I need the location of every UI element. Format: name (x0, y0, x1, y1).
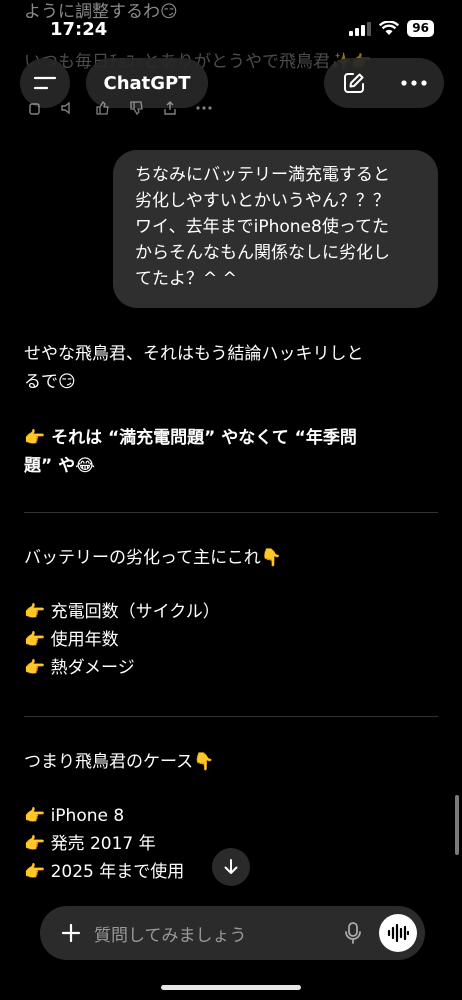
causes-section: バッテリーの劣化って主にこれ👇 👉 充電回数（サイクル） 👉 使用年数 👉 熱ダ… (24, 544, 438, 682)
assistant-intro: せやな飛鳥君、それはもう結論ハッキリしと るで😏 (24, 340, 438, 396)
cellular-signal-icon (349, 21, 372, 36)
header-title: ChatGPT (103, 72, 191, 94)
dictation-button[interactable] (335, 906, 371, 960)
list-item: 👉 iPhone 8 (24, 806, 125, 826)
status-time: 17:24 (50, 19, 108, 40)
message-composer: 質問してみましょう (40, 906, 425, 960)
voice-mode-button[interactable] (379, 914, 417, 952)
attach-button[interactable] (48, 906, 94, 960)
user-message-bubble: ちなみにバッテリー満充電すると 劣化しやすいとかいうやん？？？ ワイ、去年までi… (113, 150, 438, 308)
status-bar: 17:24 96 (0, 0, 462, 48)
assistant-intro-line-2: るで😏 (24, 372, 76, 392)
section-divider (24, 716, 438, 717)
battery-indicator: 96 (407, 20, 434, 37)
home-indicator (161, 985, 301, 990)
new-chat-button[interactable] (324, 58, 384, 108)
arrow-down-icon (224, 859, 238, 874)
section-divider (24, 512, 438, 513)
scrollbar[interactable] (455, 795, 459, 855)
assistant-point: 👉 それは “満充電問題” やなくて “年季問 題” や😂 (24, 424, 438, 480)
list-item: 👉 充電回数（サイクル） (24, 602, 220, 622)
status-icons: 96 (349, 20, 434, 37)
assistant-point-line-2: 題” や😂 (24, 456, 95, 476)
assistant-point-line-1: 👉 それは “満充電問題” やなくて “年季問 (24, 428, 357, 448)
scroll-to-bottom-button[interactable] (212, 848, 250, 886)
list-item: 👉 熱ダメージ (24, 658, 135, 678)
message-input[interactable]: 質問してみましょう (94, 921, 335, 946)
speaker-icon[interactable] (60, 100, 76, 116)
causes-title: バッテリーの劣化って主にこれ👇 (24, 548, 282, 568)
edit-icon (344, 73, 364, 93)
list-item: 👉 使用年数 (24, 630, 119, 650)
thumbs-up-icon[interactable] (94, 100, 110, 116)
plus-icon (61, 923, 81, 943)
more-actions-icon[interactable] (196, 100, 212, 116)
header-actions (324, 58, 444, 108)
wifi-icon (379, 21, 400, 35)
copy-icon[interactable] (26, 100, 42, 116)
share-icon[interactable] (162, 100, 178, 116)
more-icon (401, 80, 427, 86)
thumbs-down-icon[interactable] (128, 100, 144, 116)
voice-mode-icon (387, 924, 409, 942)
mic-icon (345, 922, 361, 944)
case-title: つまり飛鳥君のケース👇 (24, 752, 215, 772)
message-actions (26, 100, 212, 116)
more-options-button[interactable] (384, 58, 444, 108)
menu-icon (33, 76, 57, 90)
assistant-intro-line-1: せやな飛鳥君、それはもう結論ハッキリしと (24, 344, 364, 364)
